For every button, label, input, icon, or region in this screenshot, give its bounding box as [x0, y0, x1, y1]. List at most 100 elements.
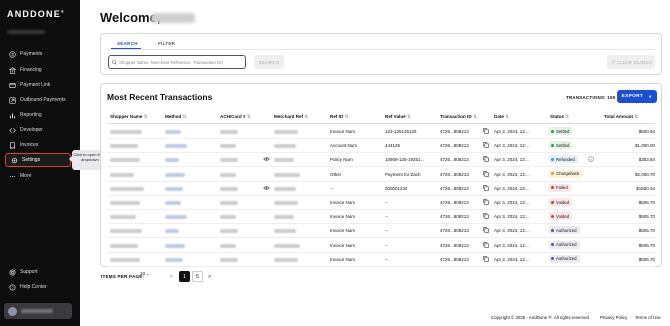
column-header-status[interactable]: Status ⇅	[550, 114, 569, 120]
ref-id-cell: Invoice Num	[330, 129, 356, 134]
status-dot	[551, 228, 554, 232]
copy-icon[interactable]	[483, 142, 489, 148]
page-button-1[interactable]: 1	[179, 271, 190, 282]
table-row[interactable]: Invoice Num -- 4726...808213 Apr 3, 2024, 1…	[107, 224, 655, 239]
next-page-button[interactable]: >	[204, 271, 215, 282]
sidebar-item-financing[interactable]: Financing	[4, 64, 76, 76]
search-card: SEARCH FILTER Shopper Name, Merchant Ref…	[100, 33, 662, 75]
ref-id-cell: Invoice Num	[330, 214, 356, 220]
code-icon	[8, 126, 16, 134]
copy-icon[interactable]	[483, 256, 489, 262]
table-row[interactable]: Invoice Num -- 4726...808213 Apr 3, 2024, 1…	[107, 253, 655, 267]
table-row[interactable]: Other Payment for Zach 4726...808213 Apr 3,…	[107, 168, 655, 182]
anddone-logo[interactable]: ANDDONE®	[7, 9, 65, 19]
copy-icon[interactable]	[483, 170, 489, 177]
clear-search-button[interactable]: CLEAR SEARCH	[607, 55, 655, 69]
sidebar-item-more[interactable]: More	[4, 170, 76, 182]
copy-icon[interactable]	[483, 185, 489, 191]
table-row[interactable]: Invoice Num -- 4726...808213 Apr 3, 2024, 1…	[107, 196, 655, 210]
account-name	[7, 30, 45, 34]
search-input[interactable]: Shopper Name, Merchant Reference, Transa…	[108, 55, 246, 69]
method-cell	[165, 130, 181, 134]
outbound-icon	[8, 96, 16, 104]
ref-value-cell: 444125	[385, 143, 401, 149]
terms-of-use-link[interactable]: Terms of Use	[635, 315, 661, 320]
card-number-cell	[220, 243, 236, 248]
page-button-5[interactable]: 5	[192, 271, 203, 282]
column-header-ref-value[interactable]: Ref Value ⇅	[385, 114, 411, 120]
sidebar: ANDDONE® $ Payments Financing Payment Li…	[0, 0, 80, 326]
card-number-cell	[220, 215, 236, 220]
status-badge: Voided	[549, 212, 573, 221]
merchant-ref-cell	[274, 201, 298, 205]
ref-id-cell: Account Num	[330, 143, 358, 149]
ref-id-cell: Other	[330, 171, 342, 177]
column-header-ref-id[interactable]: Ref ID ⇅	[330, 114, 348, 120]
prev-page-button[interactable]: <	[166, 271, 177, 282]
transactions-card: Most Recent Transactions TRANSACTIONS: 1…	[100, 83, 662, 267]
status-dot	[551, 129, 554, 133]
table-row[interactable]: Invoice Num -- 4726...808213 Apr 3, 2024, 1…	[107, 239, 655, 253]
shopper-name-cell	[110, 229, 142, 234]
user-profile-button[interactable]	[4, 303, 72, 319]
copy-icon[interactable]	[483, 156, 489, 163]
sidebar-item-label: More	[20, 173, 32, 179]
eye-icon[interactable]	[263, 185, 270, 191]
sidebar-item-reporting[interactable]: Reporting	[4, 109, 76, 121]
sidebar-item-invoices[interactable]: Invoices	[4, 139, 76, 151]
status-dot	[551, 200, 554, 204]
support-icon	[8, 268, 16, 276]
date-cell: Apr 3, 2024, 12:...	[494, 228, 530, 234]
method-cell	[165, 144, 187, 149]
table-row[interactable]: Policy Num 10909-125-19251... 4726...80821…	[107, 153, 655, 168]
ref-id-cell: Invoice Num	[330, 256, 356, 262]
transactions-title: Most Recent Transactions	[107, 92, 213, 102]
sidebar-item-help-center[interactable]: ? Help Center	[4, 281, 76, 293]
method-cell	[165, 229, 179, 234]
sidebar-item-payment-link[interactable]: Payment Link	[4, 79, 76, 91]
sidebar-item-outbound-payments[interactable]: Outbound Payments	[4, 94, 76, 106]
column-header-shopper-name[interactable]: Shopper Name ⇅	[110, 114, 148, 120]
tab-search[interactable]: SEARCH	[117, 41, 138, 46]
sidebar-item-label: Settings	[22, 157, 41, 163]
column-header-ach-card[interactable]: ACH/Card # ⇅	[220, 114, 251, 120]
transaction-id-cell: 4726...808213	[440, 228, 469, 234]
privacy-policy-link[interactable]: Privacy Policy	[600, 315, 627, 320]
table-row[interactable]: Invoice Num -- 4726...808213 Apr 3, 2024, 1…	[107, 210, 655, 225]
merchant-ref-cell	[274, 172, 300, 177]
column-header-date[interactable]: Date ⇅	[494, 114, 509, 120]
invoice-icon	[8, 141, 16, 149]
sidebar-item-payments[interactable]: $ Payments	[4, 48, 76, 60]
search-button[interactable]: SEARCH	[254, 55, 284, 69]
column-header-total-amount[interactable]: Total Amount ⇅	[604, 114, 638, 120]
card-number-cell	[220, 229, 238, 234]
column-header-method[interactable]: Method ⇅	[165, 114, 186, 120]
table-row[interactable]: Account Num 444125 4726...808213 Apr 3, 202…	[107, 139, 655, 154]
tab-filter[interactable]: FILTER	[158, 41, 175, 46]
card-number-cell	[220, 186, 238, 191]
column-header-merchant-ref[interactable]: Merchant Ref ⇅	[274, 114, 308, 120]
status-label: Voided	[556, 213, 570, 219]
info-icon[interactable]	[588, 156, 594, 163]
copy-icon[interactable]	[483, 199, 489, 205]
sidebar-item-label: Payment Link	[20, 82, 51, 88]
sidebar-item-support[interactable]: Support	[4, 266, 76, 278]
table-row[interactable]: -- 000001234 4726...808213 Apr 3, 2024, 12:…	[107, 182, 655, 196]
eye-icon[interactable]	[263, 156, 270, 162]
date-cell: Apr 3, 2024, 12:...	[494, 200, 530, 205]
items-per-page-select[interactable]: 10 ⌄	[140, 271, 150, 276]
sidebar-item-developer[interactable]: Developer	[4, 124, 76, 136]
total-amount-cell: $505.70	[638, 228, 655, 234]
column-header-transaction-id[interactable]: Transaction ID ⇅	[440, 114, 477, 120]
copy-icon[interactable]	[483, 227, 489, 234]
table-row[interactable]: Invoice Num 123-125125125 4726...808213 Apr…	[107, 125, 655, 139]
copy-icon[interactable]	[483, 241, 489, 248]
date-cell: Apr 3, 2024, 12:...	[494, 242, 530, 248]
sidebar-item-settings[interactable]: Settings	[5, 153, 71, 167]
chevron-down-icon: ▼	[648, 94, 653, 99]
tab-divider	[107, 49, 655, 50]
copy-icon[interactable]	[483, 213, 489, 219]
header-divider	[107, 123, 655, 124]
export-button[interactable]: EXPORT ▼	[617, 90, 657, 103]
copy-icon[interactable]	[483, 128, 489, 134]
